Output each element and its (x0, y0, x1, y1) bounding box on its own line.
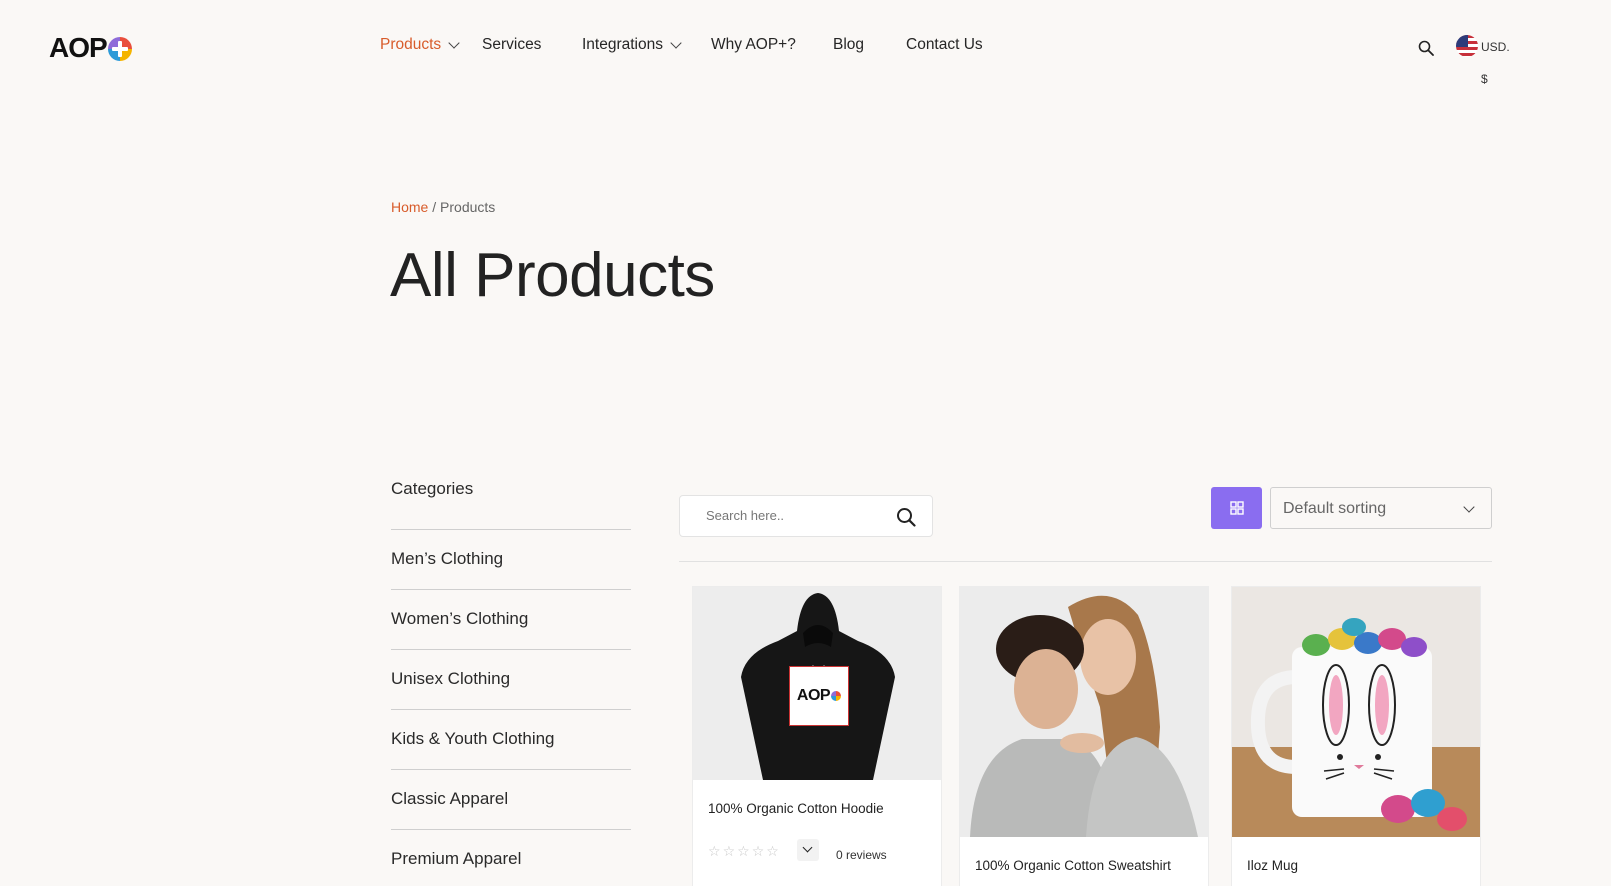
product-card-hoodie[interactable]: AOP 100% Organic Cotton Hoodie ☆ ☆ ☆ ☆ ☆… (692, 586, 942, 886)
nav-products[interactable]: Products (380, 36, 460, 54)
nav-services-label: Services (482, 36, 542, 53)
product-name[interactable]: 100% Organic Cotton Sweatshirt (975, 858, 1171, 873)
breadcrumb: Home / Products (391, 199, 495, 215)
category-mens-clothing[interactable]: Men’s Clothing (391, 530, 631, 590)
sort-selected-label: Default sorting (1283, 500, 1387, 517)
nav-why-aop-label: Why AOP+? (711, 36, 796, 53)
rating-details-toggle[interactable] (797, 839, 819, 861)
grid-view-button[interactable] (1211, 487, 1262, 529)
category-kids-youth-clothing[interactable]: Kids & Youth Clothing (391, 710, 631, 770)
category-unisex-clothing[interactable]: Unisex Clothing (391, 650, 631, 710)
product-image-hoodie[interactable]: AOP (693, 587, 941, 780)
star-empty-icon: ☆ (751, 843, 765, 859)
nav-why-aop[interactable]: Why AOP+? (711, 36, 796, 54)
logo-text: AOP (49, 32, 108, 63)
review-count[interactable]: 0 reviews (836, 848, 887, 862)
star-rating: ☆ ☆ ☆ ☆ ☆ (708, 844, 779, 858)
nav-services[interactable]: Services (482, 36, 541, 54)
product-search-input[interactable] (706, 508, 886, 523)
product-name[interactable]: Iloz Mug (1247, 858, 1298, 873)
product-image-sweatshirt[interactable] (960, 587, 1208, 837)
star-empty-icon: ☆ (708, 843, 721, 859)
us-flag-icon[interactable] (1456, 35, 1478, 57)
aop-logo[interactable]: AOP (49, 32, 132, 64)
star-empty-icon: ☆ (766, 843, 779, 859)
search-icon[interactable] (1418, 40, 1434, 56)
nav-products-label: Products (380, 36, 442, 53)
category-womens-clothing[interactable]: Women’s Clothing (391, 590, 631, 650)
chevron-down-icon (1463, 501, 1475, 513)
nav-blog-label: Blog (833, 36, 865, 53)
categories-sidebar: Categories Men’s Clothing Women’s Clothi… (391, 478, 631, 886)
hoodie-print-badge: AOP (789, 666, 849, 726)
logo-plus-icon (831, 691, 842, 701)
page-title: All Products (390, 241, 715, 310)
currency-symbol: $ (1481, 72, 1488, 86)
nav-integrations-label: Integrations (582, 36, 663, 53)
logo-plus-icon (107, 37, 132, 61)
product-card-mug[interactable]: Iloz Mug (1231, 586, 1481, 886)
nav-contact-us[interactable]: Contact Us (906, 36, 983, 54)
categories-heading: Categories (391, 478, 631, 530)
sort-select[interactable]: Default sorting (1270, 487, 1492, 529)
product-name[interactable]: 100% Organic Cotton Hoodie (708, 801, 884, 816)
nav-integrations[interactable]: Integrations (582, 36, 682, 54)
nav-contact-us-label: Contact Us (906, 36, 983, 53)
toolbar-divider (679, 561, 1492, 562)
currency-code[interactable]: USD. (1481, 40, 1510, 54)
star-empty-icon: ☆ (737, 843, 750, 859)
star-empty-icon: ☆ (722, 843, 736, 859)
breadcrumb-separator: / (432, 199, 437, 215)
chevron-down-icon (670, 37, 682, 49)
breadcrumb-home[interactable]: Home (391, 199, 428, 215)
product-search-box (679, 495, 933, 537)
product-image-mug[interactable] (1232, 587, 1480, 837)
category-premium-apparel[interactable]: Premium Apparel (391, 830, 631, 886)
breadcrumb-current: Products (440, 199, 496, 215)
chevron-down-icon (448, 37, 460, 49)
product-card-sweatshirt[interactable]: 100% Organic Cotton Sweatshirt (959, 586, 1209, 886)
nav-blog[interactable]: Blog (833, 36, 864, 54)
chevron-down-icon (802, 842, 813, 853)
grid-view-icon (1229, 501, 1244, 515)
hoodie-print-text: AOP (796, 687, 831, 704)
category-classic-apparel[interactable]: Classic Apparel (391, 770, 631, 830)
search-icon[interactable] (896, 507, 916, 527)
